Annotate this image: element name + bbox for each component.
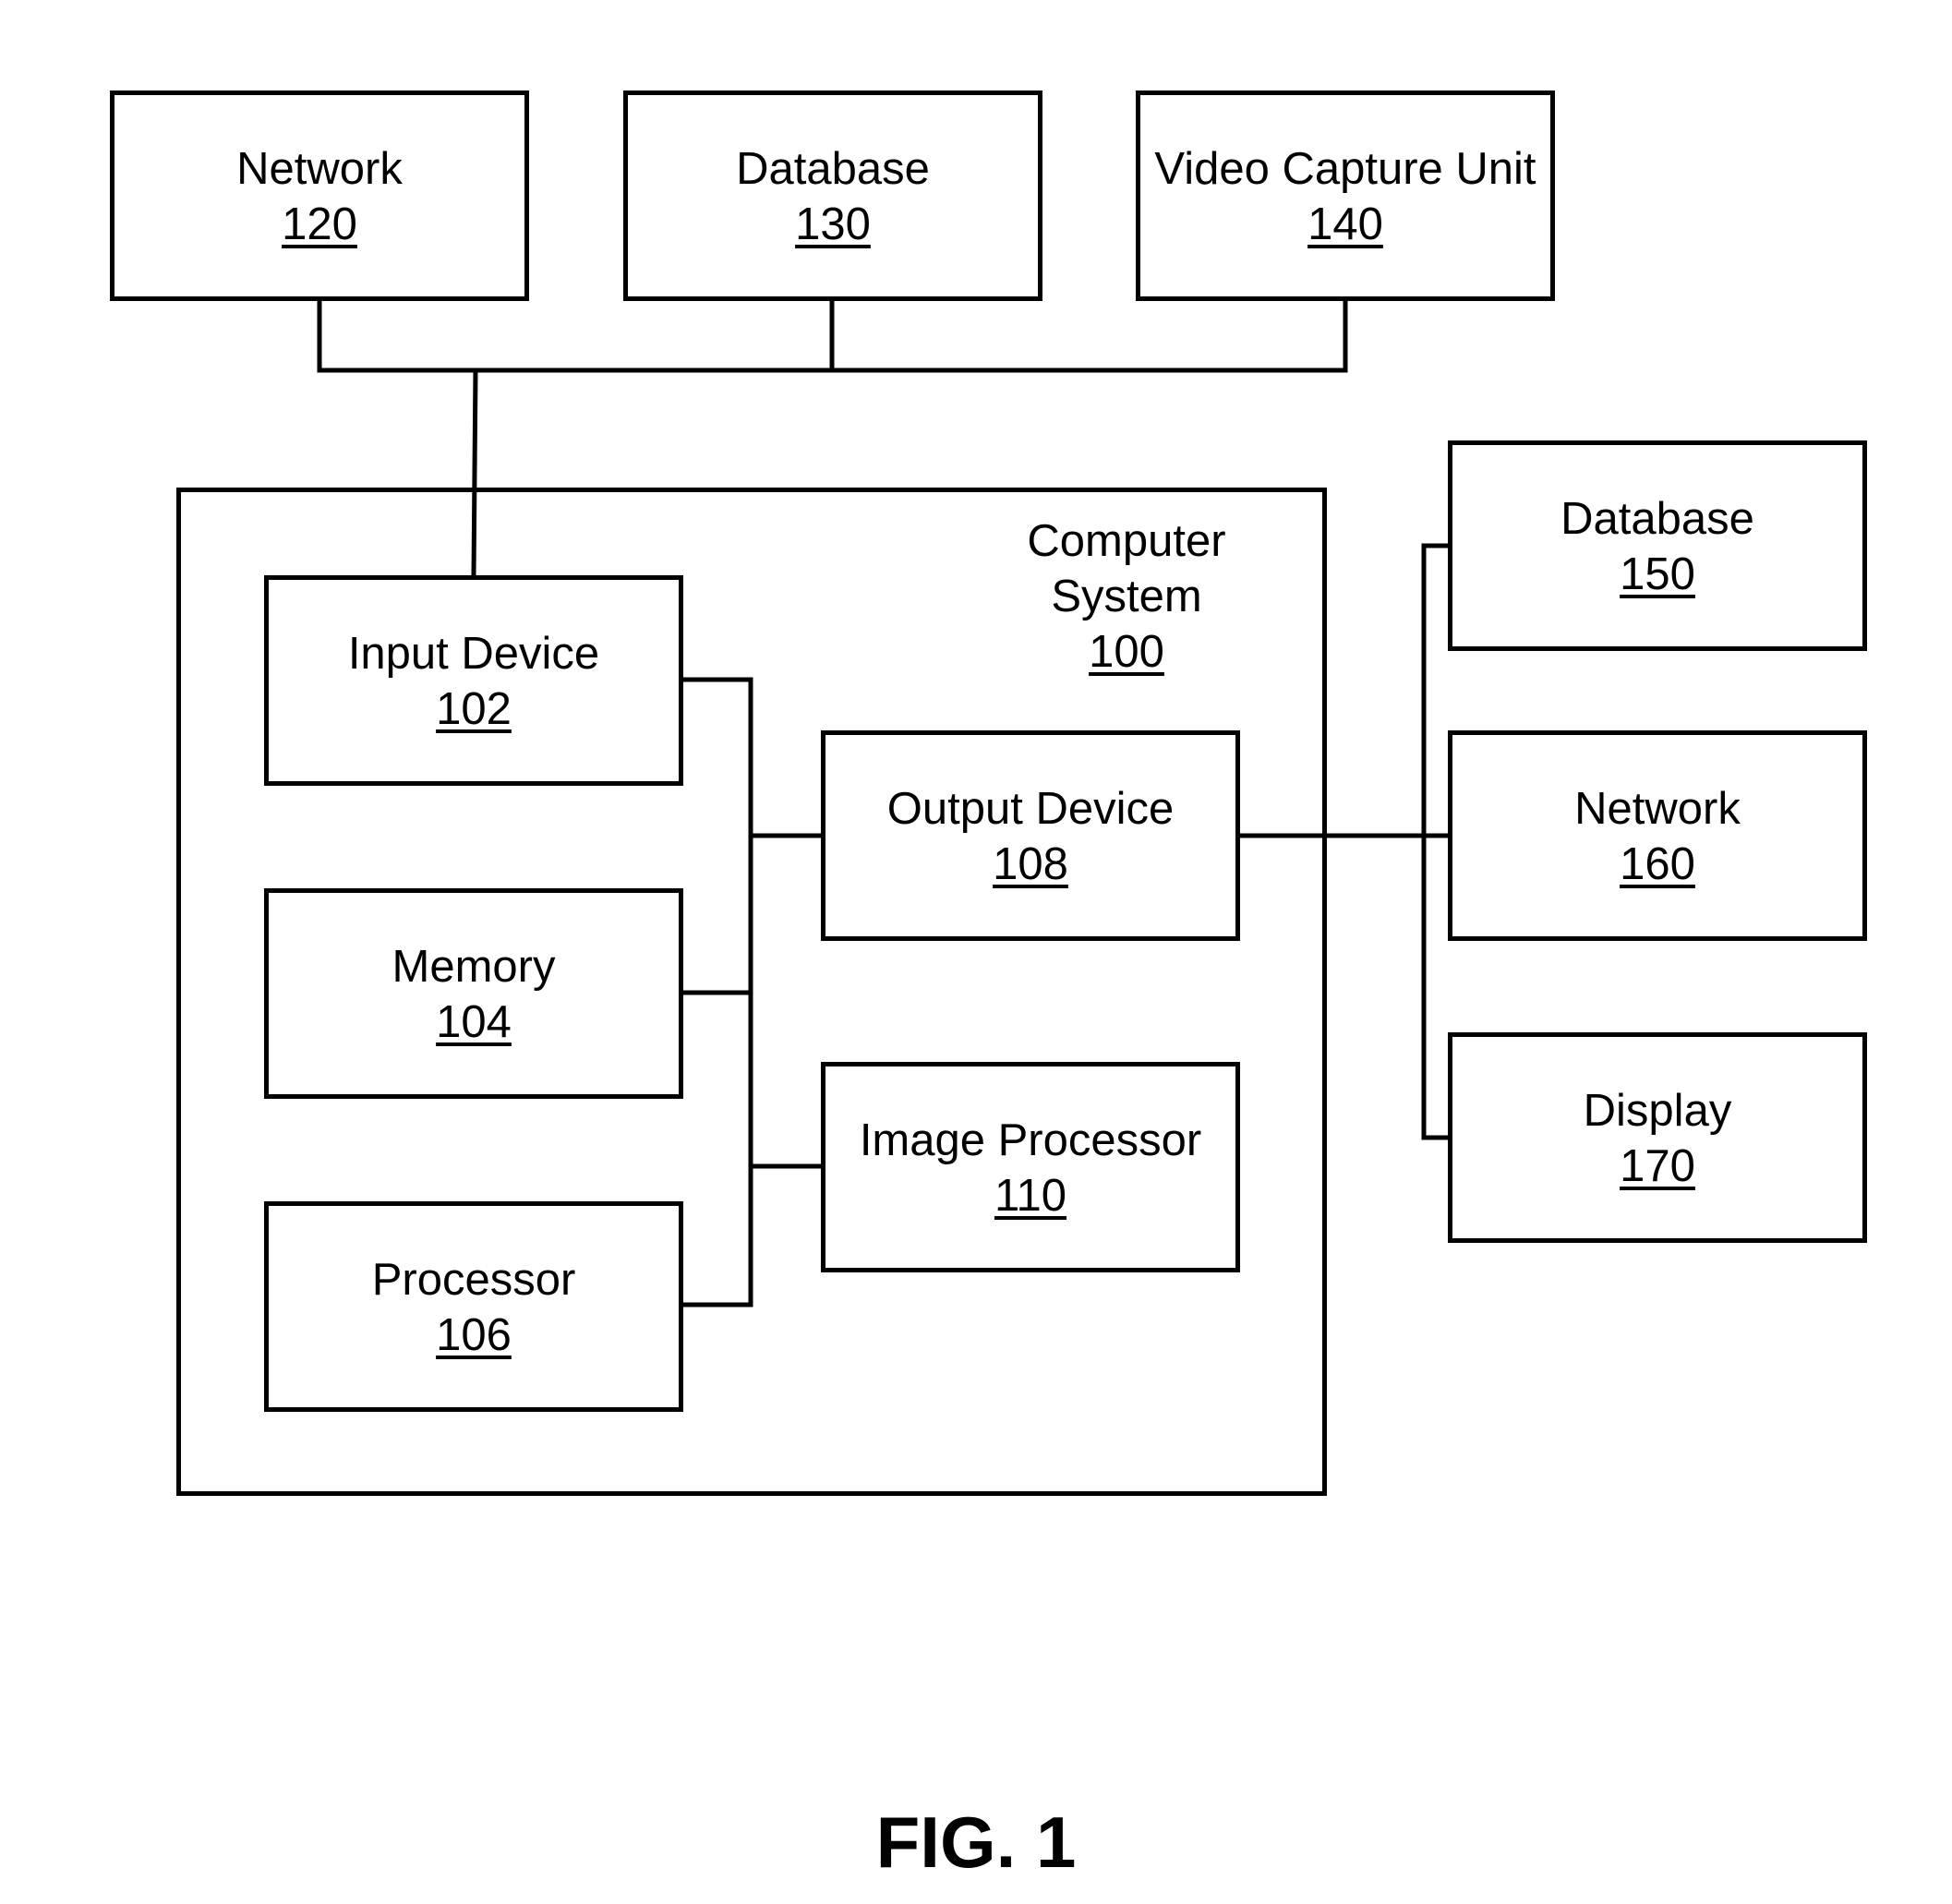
network-120-ref: 120 (282, 199, 357, 249)
computer-system-label-line1: Computer (1027, 516, 1226, 566)
image-processor-110-box: Image Processor 110 (821, 1062, 1240, 1272)
database-130-label: Database (736, 144, 930, 194)
display-170-ref: 170 (1620, 1141, 1695, 1191)
network-160-label: Network (1574, 784, 1741, 834)
display-170-box: Display 170 (1448, 1032, 1867, 1243)
network-120-label: Network (236, 144, 403, 194)
database-130-ref: 130 (795, 199, 871, 249)
figure-caption: FIG. 1 (875, 1802, 1077, 1883)
video-capture-unit-140-label: Video Capture Unit (1154, 144, 1536, 194)
processor-106-ref: 106 (436, 1310, 512, 1360)
database-150-box: Database 150 (1448, 440, 1867, 651)
database-150-ref: 150 (1620, 549, 1695, 599)
computer-system-ref: 100 (1089, 627, 1164, 677)
network-160-ref: 160 (1620, 839, 1695, 889)
output-device-108-ref: 108 (993, 839, 1068, 889)
video-capture-unit-140-box: Video Capture Unit 140 (1136, 90, 1555, 301)
processor-106-box: Processor 106 (264, 1201, 683, 1412)
computer-system-100-title: Computer System 100 (923, 513, 1330, 680)
output-device-108-box: Output Device 108 (821, 730, 1240, 941)
network-120-box: Network 120 (110, 90, 529, 301)
output-device-108-label: Output Device (886, 784, 1175, 834)
input-device-102-label: Input Device (347, 629, 600, 679)
memory-104-label: Memory (392, 942, 556, 992)
network-160-box: Network 160 (1448, 730, 1867, 941)
video-capture-unit-140-ref: 140 (1307, 199, 1383, 249)
input-device-102-ref: 102 (436, 684, 512, 734)
database-130-box: Database 130 (623, 90, 1042, 301)
image-processor-110-label: Image Processor (859, 1115, 1202, 1165)
computer-system-label-line2: System (1051, 572, 1202, 621)
memory-104-ref: 104 (436, 997, 512, 1047)
database-150-label: Database (1560, 494, 1754, 544)
memory-104-box: Memory 104 (264, 888, 683, 1099)
processor-106-label: Processor (371, 1255, 576, 1305)
input-device-102-box: Input Device 102 (264, 575, 683, 786)
display-170-label: Display (1583, 1086, 1732, 1136)
image-processor-110-ref: 110 (994, 1171, 1067, 1221)
